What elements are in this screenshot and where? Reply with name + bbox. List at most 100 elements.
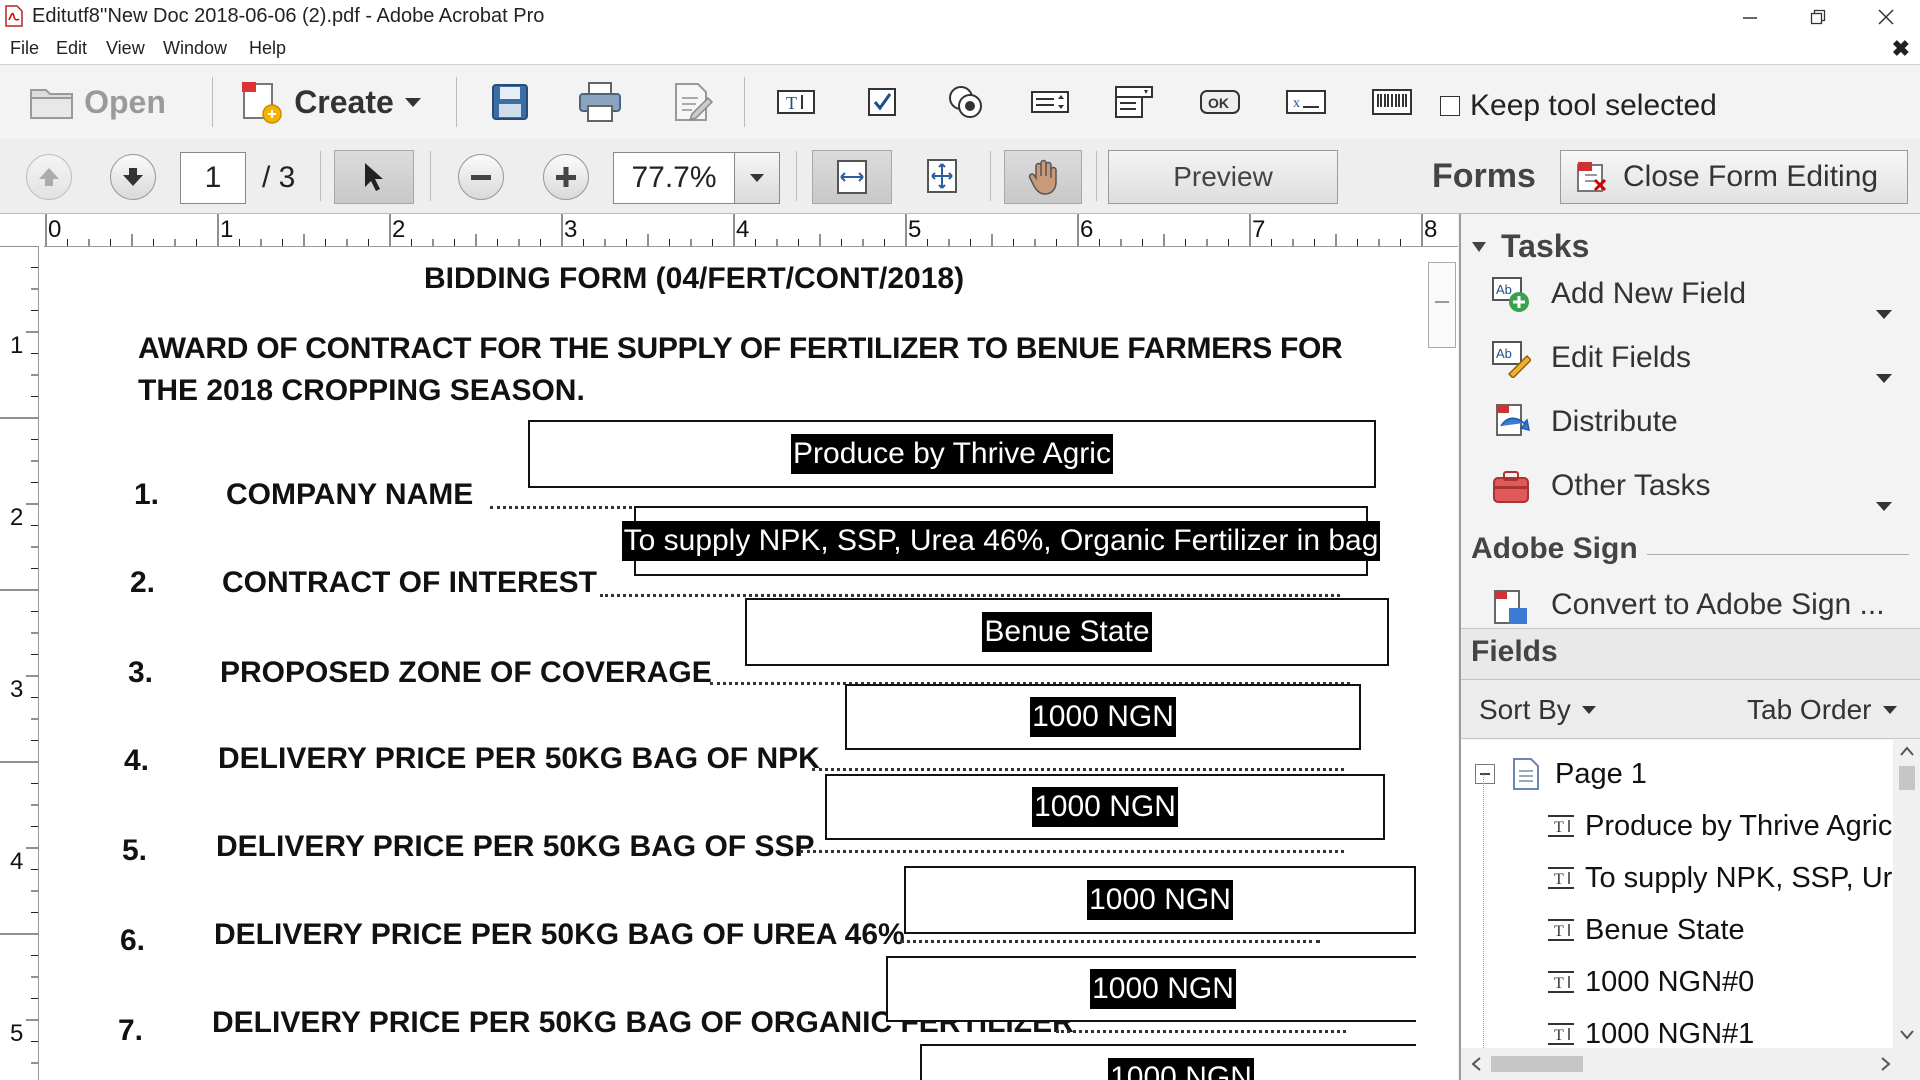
form-field-company-name[interactable]: Produce by Thrive Agric — [528, 420, 1376, 488]
svg-text:T: T — [1554, 871, 1564, 888]
dotted-line — [800, 850, 1344, 853]
zoom-in-button[interactable] — [543, 154, 589, 200]
form-field-next-price[interactable]: 1000 NGN — [920, 1044, 1416, 1080]
select-tool-button[interactable] — [334, 150, 414, 204]
next-page-button[interactable] — [110, 154, 156, 200]
item-label: DELIVERY PRICE PER 50KG BAG OF SSP — [216, 830, 815, 863]
radio-button-tool[interactable] — [940, 77, 992, 127]
keep-tool-checkbox[interactable] — [1440, 96, 1460, 116]
toolbar-separator — [796, 151, 797, 201]
tree-field-item[interactable]: T 1000 NGN#0 — [1547, 956, 1754, 1008]
form-field-organic-price[interactable]: 1000 NGN — [886, 956, 1416, 1022]
edit-document-button[interactable] — [662, 77, 722, 127]
zoom-out-button[interactable] — [458, 154, 504, 200]
svg-text:T: T — [786, 93, 797, 113]
menu-edit[interactable]: Edit — [56, 38, 87, 59]
menu-help[interactable]: Help — [249, 38, 286, 59]
form-field-zone-of-coverage[interactable]: Benue State — [745, 598, 1389, 666]
scroll-left-icon[interactable] — [1471, 1057, 1481, 1071]
form-field-ssp-price[interactable]: 1000 NGN — [825, 774, 1385, 840]
close-window-button[interactable] — [1852, 0, 1920, 34]
chevron-down-icon[interactable] — [1876, 374, 1892, 383]
print-button[interactable] — [570, 77, 630, 127]
document-scrollbar[interactable] — [1426, 248, 1458, 1080]
fit-width-button[interactable] — [812, 150, 892, 204]
fit-width-icon — [837, 160, 867, 194]
tree-scrollbar[interactable] — [1893, 740, 1920, 1048]
keep-tool-selected[interactable]: Keep tool selected — [1440, 89, 1717, 123]
checkbox-tool[interactable] — [856, 77, 908, 127]
text-field-tool[interactable]: T — [770, 77, 822, 127]
zoom-dropdown-button[interactable] — [734, 152, 780, 204]
scroll-up-icon[interactable] — [1900, 746, 1914, 756]
fit-page-button[interactable] — [916, 150, 968, 202]
form-field-urea-price[interactable]: 1000 NGN — [904, 866, 1416, 934]
close-document-icon[interactable]: ✖ — [1892, 36, 1910, 62]
page-number-input[interactable]: 1 — [180, 152, 246, 204]
open-button[interactable]: Open — [22, 77, 172, 127]
form-field-contract-of-interest[interactable]: To supply NPK, SSP, Urea 46%, Organic Fe… — [621, 506, 1381, 576]
pdf-page: BIDDING FORM (04/FERT/CONT/2018) AWARD O… — [40, 248, 1416, 1080]
chevron-down-icon — [750, 174, 764, 182]
list-box-tool[interactable] — [1024, 77, 1076, 127]
button-tool[interactable]: OK — [1194, 77, 1246, 127]
item-label: DELIVERY PRICE PER 50KG BAG OF NPK — [218, 742, 820, 775]
sort-by-dropdown[interactable]: Sort By — [1479, 694, 1597, 726]
tree-page-label: Page 1 — [1555, 757, 1647, 790]
ruler-label: 0 — [48, 216, 62, 243]
collapse-box-icon[interactable] — [1475, 764, 1495, 784]
signature-field-tool[interactable]: x — [1280, 77, 1332, 127]
task-edit-fields[interactable]: Ab Edit Fields — [1491, 332, 1691, 384]
preview-button[interactable]: Preview — [1108, 150, 1338, 204]
open-label: Open — [84, 83, 166, 120]
previous-page-button[interactable] — [26, 154, 72, 200]
create-button[interactable]: Create — [230, 77, 430, 127]
tree-horizontal-scrollbar[interactable] — [1461, 1048, 1920, 1080]
convert-to-adobe-sign[interactable]: Convert to Adobe Sign ... — [1491, 588, 1885, 628]
dotted-line — [600, 594, 1340, 597]
printer-icon — [579, 82, 621, 122]
tree-field-item[interactable]: T Produce by Thrive Agric — [1547, 800, 1892, 852]
tree-field-item[interactable]: T To supply NPK, SSP, Urea 46%, Organic … — [1547, 852, 1920, 904]
menu-view[interactable]: View — [106, 38, 145, 59]
scrollbar-thumb[interactable] — [1428, 262, 1456, 348]
task-add-new-field[interactable]: Ab Add New Field — [1491, 268, 1746, 320]
toolbar-separator — [1096, 151, 1097, 201]
scrollbar-thumb[interactable] — [1899, 766, 1915, 790]
field-value: 1000 NGN — [1090, 969, 1236, 1009]
tree-page-node[interactable]: Page 1 — [1475, 748, 1647, 800]
toolbar-separator — [990, 151, 991, 201]
hand-tool-button[interactable] — [1004, 150, 1082, 204]
chevron-down-icon[interactable] — [1876, 310, 1892, 319]
tasks-header[interactable]: Tasks — [1471, 228, 1589, 265]
zoom-input[interactable]: 77.7% — [613, 152, 735, 204]
scrollbar-thumb[interactable] — [1491, 1056, 1583, 1072]
save-button[interactable] — [480, 77, 540, 127]
tab-order-dropdown[interactable]: Tab Order — [1747, 694, 1898, 726]
chevron-down-icon[interactable] — [1876, 502, 1892, 511]
form-field-npk-price[interactable]: 1000 NGN — [845, 684, 1361, 750]
scroll-right-icon[interactable] — [1881, 1057, 1891, 1071]
ruler-label: 4 — [736, 216, 750, 243]
item-label: PROPOSED ZONE OF COVERAGE — [220, 656, 712, 689]
tree-field-label: 1000 NGN#1 — [1585, 1017, 1755, 1050]
tree-field-item[interactable]: T Benue State — [1547, 904, 1745, 956]
item-label: COMPANY NAME — [226, 478, 474, 511]
task-distribute[interactable]: Distribute — [1491, 396, 1678, 448]
menu-window[interactable]: Window — [163, 38, 227, 59]
restore-icon — [1810, 9, 1826, 25]
scroll-down-icon[interactable] — [1900, 1030, 1914, 1040]
tree-field-label: Produce by Thrive Agric — [1585, 809, 1893, 842]
menu-file[interactable]: File — [10, 38, 39, 59]
restore-button[interactable] — [1784, 0, 1852, 34]
close-form-editing-button[interactable]: Close Form Editing — [1560, 150, 1908, 204]
fields-tree: Page 1 T Produce by Thrive Agric T To su… — [1461, 740, 1920, 1080]
ok-button-icon: OK — [1200, 90, 1240, 114]
dropdown-icon — [1115, 86, 1153, 118]
minimize-button[interactable] — [1716, 0, 1784, 34]
toolbar-separator — [744, 77, 745, 127]
barcode-tool[interactable] — [1366, 77, 1418, 127]
field-value: To supply NPK, SSP, Urea 46%, Organic Fe… — [621, 521, 1381, 561]
dropdown-tool[interactable] — [1108, 77, 1160, 127]
task-other-tasks[interactable]: Other Tasks — [1491, 460, 1711, 512]
